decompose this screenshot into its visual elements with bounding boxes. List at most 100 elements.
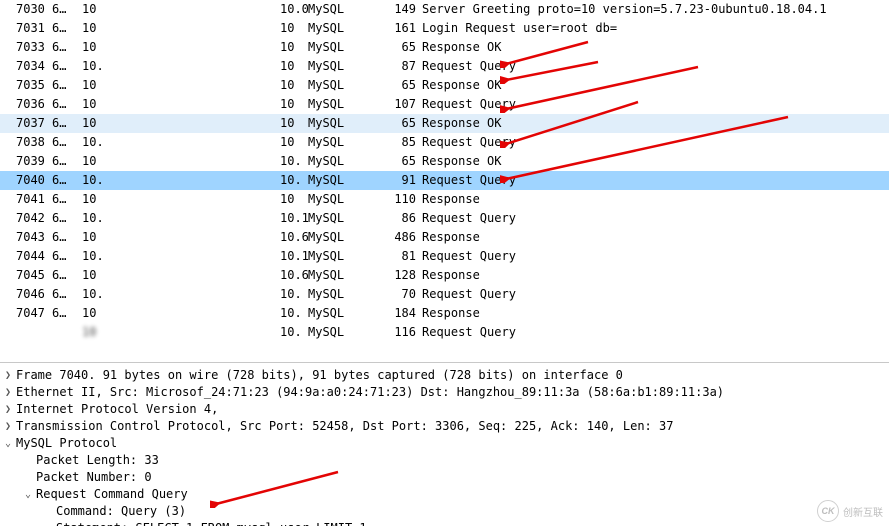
table-row[interactable]: 70356…1010MySQL65Response OK	[0, 76, 889, 95]
tree-request-command-query[interactable]: ⌄ Request Command Query	[0, 486, 889, 503]
cell-time: 6…	[52, 0, 82, 19]
table-row[interactable]: 70466…10.10.MySQL70Request Query	[0, 285, 889, 304]
cell-no: 7039	[0, 152, 52, 171]
cell-dest: 10.	[280, 304, 308, 323]
cell-dest: 10	[280, 133, 308, 152]
cell-source: 10	[82, 266, 194, 285]
cell-time: 6…	[52, 57, 82, 76]
table-row[interactable]: 70446…10.10.1MySQL81Request Query	[0, 247, 889, 266]
table-row[interactable]: 70376…1010MySQL65Response OK	[0, 114, 889, 133]
cell-srcport	[194, 19, 280, 38]
cell-length: 87	[370, 57, 422, 76]
cell-info: Request Query	[422, 57, 889, 76]
cell-no: 7034	[0, 57, 52, 76]
cell-time: 6…	[52, 152, 82, 171]
tree-ethernet[interactable]: ❯ Ethernet II, Src: Microsof_24:71:23 (9…	[0, 384, 889, 401]
tree-label: Frame 7040. 91 bytes on wire (728 bits),…	[16, 367, 623, 384]
cell-info: Server Greeting proto=10 version=5.7.23-…	[422, 0, 889, 19]
table-row[interactable]: 70436…1010.6MySQL486Response	[0, 228, 889, 247]
table-row[interactable]: 70366…1010MySQL107Request Query	[0, 95, 889, 114]
cell-info: Response OK	[422, 114, 889, 133]
tree-ip[interactable]: ❯ Internet Protocol Version 4,	[0, 401, 889, 418]
cell-time: 6…	[52, 209, 82, 228]
cell-dest: 10	[280, 57, 308, 76]
cell-dest: 10	[280, 19, 308, 38]
tree-label: Packet Number: 0	[36, 469, 152, 486]
cell-protocol: MySQL	[308, 95, 370, 114]
cell-length: 128	[370, 266, 422, 285]
cell-srcport	[194, 152, 280, 171]
cell-source: 10	[82, 323, 194, 342]
cell-srcport	[194, 228, 280, 247]
cell-info: Request Query	[422, 323, 889, 342]
tree-tcp[interactable]: ❯ Transmission Control Protocol, Src Por…	[0, 418, 889, 435]
chevron-right-icon: ❯	[0, 384, 16, 401]
cell-info: Response OK	[422, 38, 889, 57]
tree-mysql[interactable]: ⌄ MySQL Protocol	[0, 435, 889, 452]
cell-srcport	[194, 266, 280, 285]
cell-srcport	[194, 323, 280, 342]
table-row[interactable]: 70346…10.10MySQL87Request Query	[0, 57, 889, 76]
tree-label: Statement: SELECT 1 FROM mysql.user LIMI…	[56, 520, 367, 526]
table-row[interactable]: 70426…10.10.1MySQL86Request Query	[0, 209, 889, 228]
watermark-logo: CK	[817, 500, 839, 522]
cell-source: 10	[82, 114, 194, 133]
cell-length: 110	[370, 190, 422, 209]
cell-info: Request Query	[422, 247, 889, 266]
table-row[interactable]: 70306…1010.0MySQL149Server Greeting prot…	[0, 0, 889, 19]
table-row[interactable]: 70336…1010MySQL65Response OK	[0, 38, 889, 57]
cell-dest: 10	[280, 38, 308, 57]
cell-no: 7046	[0, 285, 52, 304]
cell-dest: 10.	[280, 285, 308, 304]
chevron-down-icon: ⌄	[0, 435, 16, 452]
table-row[interactable]: 70386…10.10MySQL85Request Query	[0, 133, 889, 152]
cell-no: 7047	[0, 304, 52, 323]
cell-srcport	[194, 209, 280, 228]
cell-no: 7041	[0, 190, 52, 209]
cell-info: Request Query	[422, 285, 889, 304]
cell-info: Request Query	[422, 95, 889, 114]
cell-protocol: MySQL	[308, 228, 370, 247]
packet-details[interactable]: ❯ Frame 7040. 91 bytes on wire (728 bits…	[0, 363, 889, 526]
tree-statement[interactable]: Statement: SELECT 1 FROM mysql.user LIMI…	[0, 520, 889, 526]
cell-source: 10	[82, 152, 194, 171]
table-row[interactable]: 70456…1010.6MySQL128Response	[0, 266, 889, 285]
cell-no: 7035	[0, 76, 52, 95]
cell-protocol: MySQL	[308, 57, 370, 76]
cell-source: 10	[82, 38, 194, 57]
tree-command[interactable]: Command: Query (3)	[0, 503, 889, 520]
cell-info: Response	[422, 266, 889, 285]
cell-info: Response OK	[422, 152, 889, 171]
cell-dest: 10.0	[280, 0, 308, 19]
cell-no: 7031	[0, 19, 52, 38]
packet-list[interactable]: 70306…1010.0MySQL149Server Greeting prot…	[0, 0, 889, 362]
cell-protocol: MySQL	[308, 19, 370, 38]
cell-info: Response	[422, 304, 889, 323]
cell-no: 7036	[0, 95, 52, 114]
cell-info: Login Request user=root db=	[422, 19, 889, 38]
tree-frame[interactable]: ❯ Frame 7040. 91 bytes on wire (728 bits…	[0, 367, 889, 384]
tree-packet-length[interactable]: Packet Length: 33	[0, 452, 889, 469]
cell-source: 10	[82, 304, 194, 323]
table-row[interactable]: 70416…1010MySQL110Response	[0, 190, 889, 209]
cell-length: 70	[370, 285, 422, 304]
cell-time: 6…	[52, 171, 82, 190]
tree-label: Packet Length: 33	[36, 452, 159, 469]
chevron-down-icon: ⌄	[20, 486, 36, 503]
cell-no: 7033	[0, 38, 52, 57]
cell-dest: 10.6	[280, 266, 308, 285]
cell-srcport	[194, 76, 280, 95]
table-row[interactable]: 70396…1010.MySQL65Response OK	[0, 152, 889, 171]
cell-protocol: MySQL	[308, 190, 370, 209]
tree-label: Ethernet II, Src: Microsof_24:71:23 (94:…	[16, 384, 724, 401]
cell-time: 6…	[52, 285, 82, 304]
cell-time: 6…	[52, 304, 82, 323]
table-row[interactable]: 1010.MySQL116Request Query	[0, 323, 889, 342]
table-row[interactable]: 70316…1010MySQL161Login Request user=roo…	[0, 19, 889, 38]
cell-protocol: MySQL	[308, 171, 370, 190]
tree-packet-number[interactable]: Packet Number: 0	[0, 469, 889, 486]
cell-srcport	[194, 171, 280, 190]
cell-protocol: MySQL	[308, 76, 370, 95]
table-row[interactable]: 70476…1010.MySQL184Response	[0, 304, 889, 323]
table-row[interactable]: 70406…10.10.MySQL91Request Query	[0, 171, 889, 190]
